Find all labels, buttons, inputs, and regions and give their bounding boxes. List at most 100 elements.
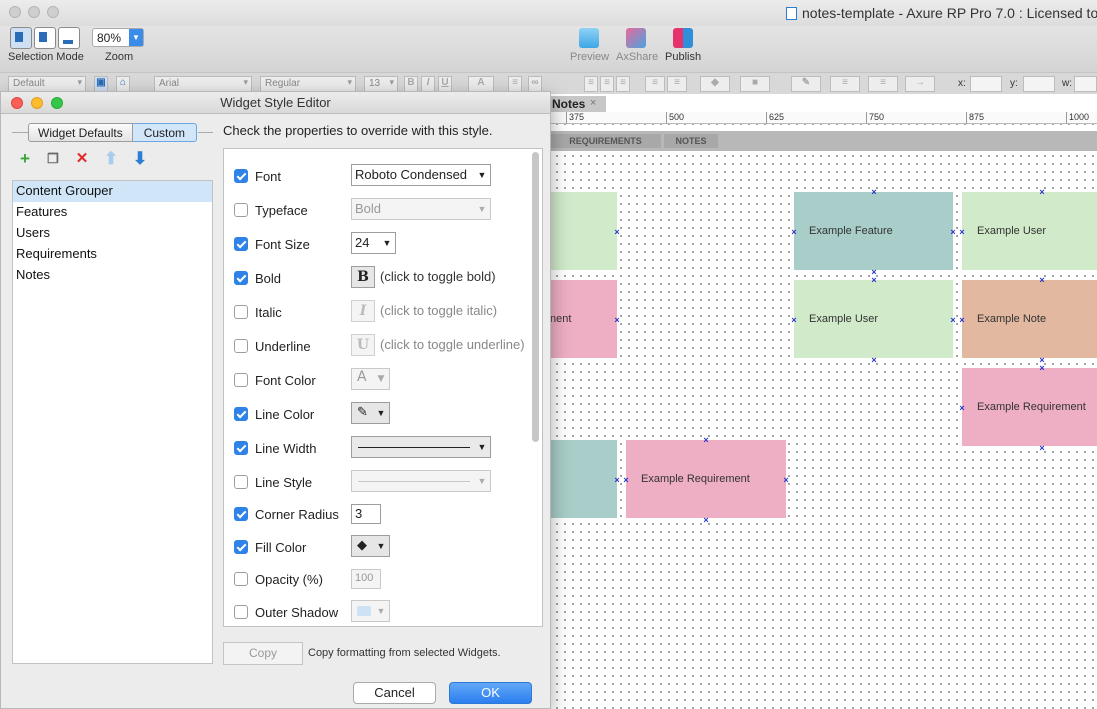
style-list-item[interactable]: Users [13, 223, 212, 244]
fill-color-icon[interactable]: ◆ [700, 76, 730, 92]
line-color-picker[interactable]: ✎ ▼ [351, 402, 390, 424]
connection-point-icon[interactable]: × [958, 228, 966, 237]
widget-card[interactable]: Example Note [962, 280, 1097, 358]
connection-point-icon[interactable]: × [870, 356, 878, 365]
duplicate-icon[interactable]: ❐ [45, 151, 61, 167]
underline-checkbox[interactable] [234, 339, 248, 353]
tab-widget-defaults[interactable]: Widget Defaults [28, 123, 133, 142]
connector-mode-button[interactable] [58, 27, 80, 49]
zoom-select[interactable]: 80% ▼ [92, 28, 144, 47]
connection-point-icon[interactable]: × [870, 276, 878, 285]
connection-point-icon[interactable]: × [613, 476, 621, 485]
font-size-select[interactable]: 24 ▼ [351, 232, 396, 254]
connection-point-icon[interactable]: × [870, 188, 878, 197]
valign-top-icon[interactable]: ≡ [645, 76, 665, 92]
axshare-label[interactable]: AxShare [616, 51, 658, 63]
page-tab-notes[interactable]: Notes × [550, 96, 606, 112]
opacity-checkbox[interactable] [234, 572, 248, 586]
arrow-style-icon[interactable]: → [905, 76, 935, 92]
typeface-checkbox[interactable] [234, 203, 248, 217]
close-window-button[interactable] [9, 6, 21, 18]
fill-color-picker[interactable]: ◆ ▼ [351, 535, 390, 557]
corner-radius-input[interactable]: 3 [351, 504, 381, 524]
widget-card[interactable]: Example Requirement [626, 440, 786, 518]
zoom-window-button[interactable] [47, 6, 59, 18]
arrow-up-icon[interactable]: ⬆ [103, 150, 119, 167]
widget-card[interactable]: nent [550, 280, 617, 358]
y-input[interactable] [1023, 76, 1055, 92]
connection-point-icon[interactable]: × [613, 228, 621, 237]
opacity-input[interactable]: 100 [351, 569, 381, 589]
header-tab-requirements[interactable]: REQUIREMENTS [550, 134, 661, 148]
select-contained-button[interactable] [34, 27, 56, 49]
valign-bottom-icon[interactable]: ≡ [667, 76, 687, 92]
x-input[interactable] [970, 76, 1002, 92]
line-width-icon[interactable]: ≡ [830, 76, 860, 92]
select-intersected-button[interactable] [10, 27, 32, 49]
connection-point-icon[interactable]: × [790, 228, 798, 237]
style-select[interactable]: Default [8, 76, 86, 92]
outer-shadow-picker[interactable]: ▼ [351, 600, 390, 622]
line-style-select[interactable]: ▼ [351, 470, 491, 492]
typeface-select[interactable]: Bold ▼ [351, 198, 491, 220]
link-icon[interactable]: ∞ [528, 76, 542, 92]
font-checkbox[interactable] [234, 169, 248, 183]
connection-point-icon[interactable]: × [1038, 188, 1046, 197]
italic-checkbox[interactable] [234, 305, 248, 319]
align-right-icon[interactable]: ≡ [616, 76, 630, 92]
underline-button[interactable]: U [438, 76, 452, 92]
outer-shadow-checkbox[interactable] [234, 605, 248, 619]
bullet-list-icon[interactable]: ≡ [508, 76, 522, 92]
widget-card[interactable] [550, 440, 617, 518]
connection-point-icon[interactable]: × [613, 316, 621, 325]
connection-point-icon[interactable]: × [958, 316, 966, 325]
font-select[interactable]: Arial [154, 76, 252, 92]
connection-point-icon[interactable]: × [1038, 444, 1046, 453]
font-select[interactable]: Roboto Condensed ▼ [351, 164, 491, 186]
widget-card[interactable]: Example Feature [794, 192, 953, 270]
widget-card[interactable]: Example User [794, 280, 953, 358]
connection-point-icon[interactable]: × [958, 404, 966, 413]
preview-icon[interactable] [579, 28, 599, 48]
widget-card[interactable] [550, 192, 617, 270]
close-tab-icon[interactable]: × [590, 97, 596, 109]
align-center-icon[interactable]: ≡ [600, 76, 614, 92]
line-color-icon[interactable]: ✎ [791, 76, 821, 92]
style-list-item[interactable]: Requirements [13, 244, 212, 265]
connection-point-icon[interactable]: × [1038, 364, 1046, 373]
connection-point-icon[interactable]: × [1038, 276, 1046, 285]
italic-toggle-button[interactable]: I [351, 300, 375, 322]
delete-icon[interactable]: ✕ [74, 151, 90, 167]
connection-point-icon[interactable]: × [782, 476, 790, 485]
bold-button[interactable]: B [404, 76, 418, 92]
weight-select[interactable]: Regular [260, 76, 356, 92]
connection-point-icon[interactable]: × [702, 516, 710, 525]
bold-checkbox[interactable] [234, 271, 248, 285]
publish-icon[interactable] [673, 28, 693, 48]
font-color-picker[interactable]: A ▼ [351, 368, 390, 390]
header-tab-notes[interactable]: NOTES [664, 134, 718, 148]
size-select[interactable]: 13 [364, 76, 398, 92]
font-color-checkbox[interactable] [234, 373, 248, 387]
preview-label[interactable]: Preview [570, 51, 609, 63]
plus-icon[interactable]: + [17, 150, 33, 167]
brush-icon[interactable]: ⌂ [116, 76, 130, 92]
w-input[interactable] [1074, 76, 1097, 92]
connection-point-icon[interactable]: × [622, 476, 630, 485]
font-size-checkbox[interactable] [234, 237, 248, 251]
design-canvas[interactable]: Notes × 375 500 625 750 875 1000 REQUIREM… [550, 94, 1097, 709]
style-list-item[interactable]: Content Grouper [13, 181, 212, 202]
line-color-checkbox[interactable] [234, 407, 248, 421]
format-painter-icon[interactable]: ▣ [94, 76, 108, 92]
line-style-checkbox[interactable] [234, 475, 248, 489]
connection-point-icon[interactable]: × [949, 228, 957, 237]
copy-button[interactable]: Copy [223, 642, 303, 665]
publish-label[interactable]: Publish [665, 51, 701, 63]
connection-point-icon[interactable]: × [702, 436, 710, 445]
minimize-window-button[interactable] [28, 6, 40, 18]
connection-point-icon[interactable]: × [949, 316, 957, 325]
line-width-select[interactable]: ▼ [351, 436, 491, 458]
cancel-button[interactable]: Cancel [353, 682, 436, 704]
widget-card[interactable]: Example User [962, 192, 1097, 270]
bold-toggle-button[interactable]: B [351, 266, 375, 288]
